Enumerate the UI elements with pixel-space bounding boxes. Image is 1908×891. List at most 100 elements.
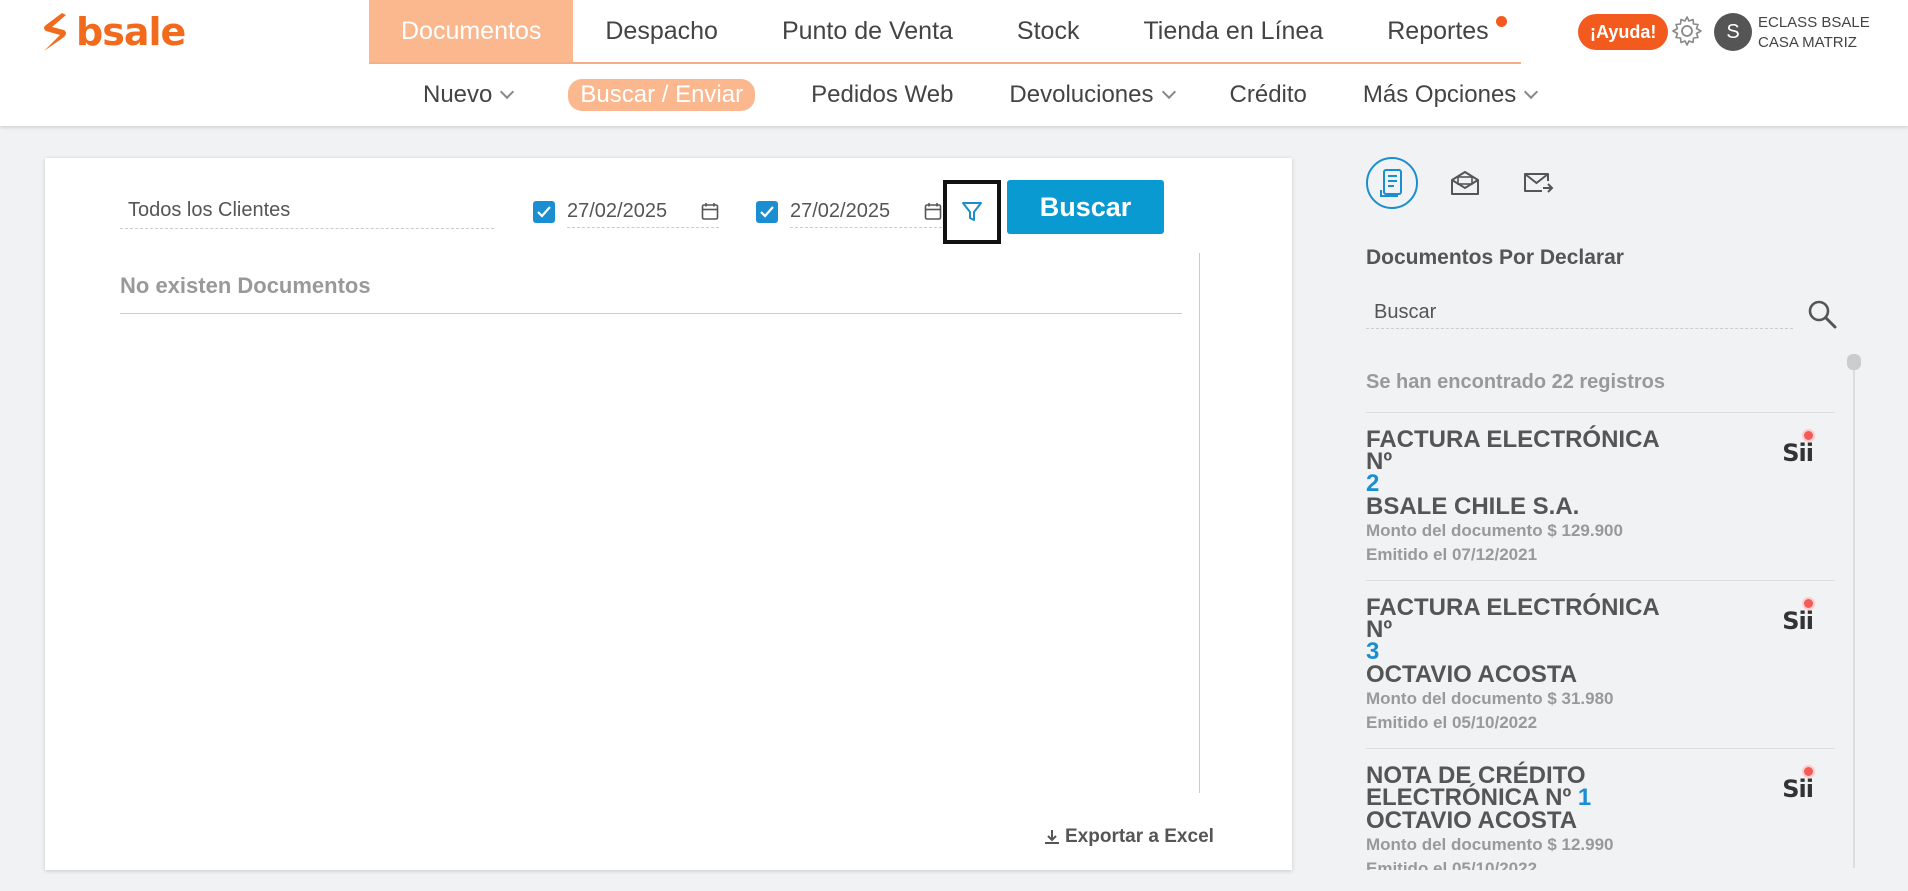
search-button[interactable]: Buscar xyxy=(1007,180,1164,234)
branch-name: CASA MATRIZ xyxy=(1758,34,1857,51)
subnav-nuevo[interactable]: Nuevo xyxy=(395,81,540,109)
subnav-credito[interactable]: Crédito xyxy=(1202,81,1335,109)
filter-button[interactable] xyxy=(943,180,1001,244)
help-button[interactable]: ¡Ayuda! xyxy=(1578,14,1669,50)
nav-stock[interactable]: Stock xyxy=(985,0,1112,62)
doc-type: FACTURA ELECTRÓNICA Nº xyxy=(1366,594,1659,643)
check-icon xyxy=(760,206,774,218)
subnav-buscar-enviar[interactable]: Buscar / Enviar xyxy=(540,79,783,111)
date-from-input[interactable]: 27/02/2025 xyxy=(567,196,719,228)
top-bar: bsale Documentos Despacho Punto de Venta… xyxy=(0,0,1908,64)
doc-client: OCTAVIO ACOSTA xyxy=(1366,807,1578,834)
panel-search-input[interactable]: Buscar xyxy=(1366,297,1793,329)
list-item[interactable]: FACTURA ELECTRÓNICA Nº 3 OCTAVIO ACOSTA M… xyxy=(1366,581,1835,749)
brand-name: bsale xyxy=(76,10,186,54)
bsale-logo-icon xyxy=(44,13,66,51)
status-dot xyxy=(1802,765,1815,778)
subnav-label: Buscar / Enviar xyxy=(568,79,756,111)
doc-client: OCTAVIO ACOSTA xyxy=(1366,661,1578,688)
nav-tienda-en-linea[interactable]: Tienda en Línea xyxy=(1111,0,1355,62)
doc-type: NOTA DE CRÉDITO ELECTRÓNICA Nº xyxy=(1366,762,1586,811)
doc-title: FACTURA ELECTRÓNICA Nº 2 xyxy=(1366,426,1686,496)
sub-bar: Nuevo Buscar / Enviar Pedidos Web Devolu… xyxy=(0,64,1908,126)
notification-dot xyxy=(1495,16,1507,27)
doc-issued-date: Emitido el 05/10/2022 xyxy=(1366,859,1538,870)
nav-reportes[interactable]: Reportes xyxy=(1355,0,1520,62)
check-icon xyxy=(537,206,551,218)
nav-label: Documentos xyxy=(401,16,542,45)
subnav-label: Nuevo xyxy=(423,81,493,108)
subnav-pedidos-web[interactable]: Pedidos Web xyxy=(783,81,981,109)
subnav-mas-opciones[interactable]: Más Opciones xyxy=(1335,81,1564,109)
company-info[interactable]: ECLASS BSALE CASA MATRIZ xyxy=(1758,13,1870,53)
mail-open-icon xyxy=(1451,171,1479,195)
receipt-icon xyxy=(1380,169,1402,197)
empty-results-message: No existen Documentos xyxy=(120,273,1182,314)
documents-list: FACTURA ELECTRÓNICA Nº 2 BSALE CHILE S.A.… xyxy=(1366,412,1835,870)
sii-icon[interactable]: Sii xyxy=(1782,775,1814,803)
date-from-value: 27/02/2025 xyxy=(567,200,668,222)
date-to-checkbox[interactable] xyxy=(756,201,778,223)
nav-label: Reportes xyxy=(1387,16,1489,45)
main-nav: Documentos Despacho Punto de Venta Stock… xyxy=(369,0,1521,64)
chevron-down-icon xyxy=(1524,84,1539,100)
nav-label: Stock xyxy=(1016,16,1080,45)
gear-icon[interactable] xyxy=(1670,14,1704,48)
sii-icon[interactable]: Sii xyxy=(1782,607,1814,635)
records-count: Se han encontrado 22 registros xyxy=(1366,371,1665,393)
doc-number[interactable]: 1 xyxy=(1578,784,1591,811)
calendar-icon[interactable] xyxy=(924,202,942,221)
doc-issued-date: Emitido el 07/12/2021 xyxy=(1366,545,1538,564)
client-select[interactable]: Todos los Clientes xyxy=(120,195,494,229)
tab-sent[interactable] xyxy=(1512,157,1564,209)
nav-despacho[interactable]: Despacho xyxy=(573,0,750,62)
nav-label: Despacho xyxy=(605,16,718,45)
filter-icon xyxy=(962,202,982,221)
status-dot xyxy=(1802,429,1815,442)
right-panel-tabs xyxy=(1366,157,1585,209)
doc-title: FACTURA ELECTRÓNICA Nº 3 xyxy=(1366,594,1686,664)
calendar-icon[interactable] xyxy=(701,202,719,221)
bsale-logo[interactable]: bsale xyxy=(40,10,186,54)
status-dot xyxy=(1802,597,1815,610)
doc-title: NOTA DE CRÉDITO ELECTRÓNICA Nº 1 xyxy=(1366,762,1686,811)
panel-title: Documentos Por Declarar xyxy=(1366,246,1624,269)
tab-documents-to-declare[interactable] xyxy=(1366,157,1418,209)
subnav-devoluciones[interactable]: Devoluciones xyxy=(981,81,1201,109)
export-label: Exportar a Excel xyxy=(1065,826,1214,847)
list-item[interactable]: NOTA DE CRÉDITO ELECTRÓNICA Nº 1 OCTAVIO… xyxy=(1366,749,1835,870)
divider xyxy=(1199,253,1200,793)
date-to-input[interactable]: 27/02/2025 xyxy=(790,196,942,228)
date-from-field: 27/02/2025 xyxy=(533,195,719,229)
subnav-label: Pedidos Web xyxy=(811,81,954,108)
list-item[interactable]: FACTURA ELECTRÓNICA Nº 2 BSALE CHILE S.A.… xyxy=(1366,413,1835,581)
chevron-down-icon xyxy=(500,84,515,100)
search-icon[interactable] xyxy=(1806,298,1838,335)
nav-punto-de-venta[interactable]: Punto de Venta xyxy=(750,0,985,62)
scrollbar-track[interactable] xyxy=(1853,354,1855,868)
mail-send-icon xyxy=(1524,173,1554,193)
documents-card: Todos los Clientes 27/02/2025 27/02/2025… xyxy=(45,158,1292,870)
nav-documentos[interactable]: Documentos xyxy=(369,0,574,62)
subnav-label: Más Opciones xyxy=(1362,81,1517,108)
doc-client: BSALE CHILE S.A. xyxy=(1366,493,1580,520)
nav-label: Punto de Venta xyxy=(781,16,953,45)
doc-amount: Monto del documento $ 12.990 xyxy=(1366,835,1614,854)
download-icon xyxy=(1045,830,1059,844)
sii-icon[interactable]: Sii xyxy=(1782,439,1814,467)
doc-issued-date: Emitido el 05/10/2022 xyxy=(1366,713,1538,732)
scrollbar-thumb[interactable] xyxy=(1847,354,1861,370)
avatar[interactable]: S xyxy=(1714,13,1752,51)
doc-type: FACTURA ELECTRÓNICA Nº xyxy=(1366,426,1659,475)
nav-label: Tienda en Línea xyxy=(1143,16,1324,45)
date-to-value: 27/02/2025 xyxy=(790,200,891,222)
subnav-label: Devoluciones xyxy=(1009,81,1154,108)
export-excel-link[interactable]: Exportar a Excel xyxy=(1043,826,1214,848)
subnav-label: Crédito xyxy=(1229,81,1307,108)
doc-amount: Monto del documento $ 31.980 xyxy=(1366,689,1614,708)
date-from-checkbox[interactable] xyxy=(533,201,555,223)
chevron-down-icon xyxy=(1161,84,1176,100)
sub-nav: Nuevo Buscar / Enviar Pedidos Web Devolu… xyxy=(395,64,1564,126)
tab-received[interactable] xyxy=(1439,157,1491,209)
company-name: ECLASS BSALE xyxy=(1758,14,1870,31)
